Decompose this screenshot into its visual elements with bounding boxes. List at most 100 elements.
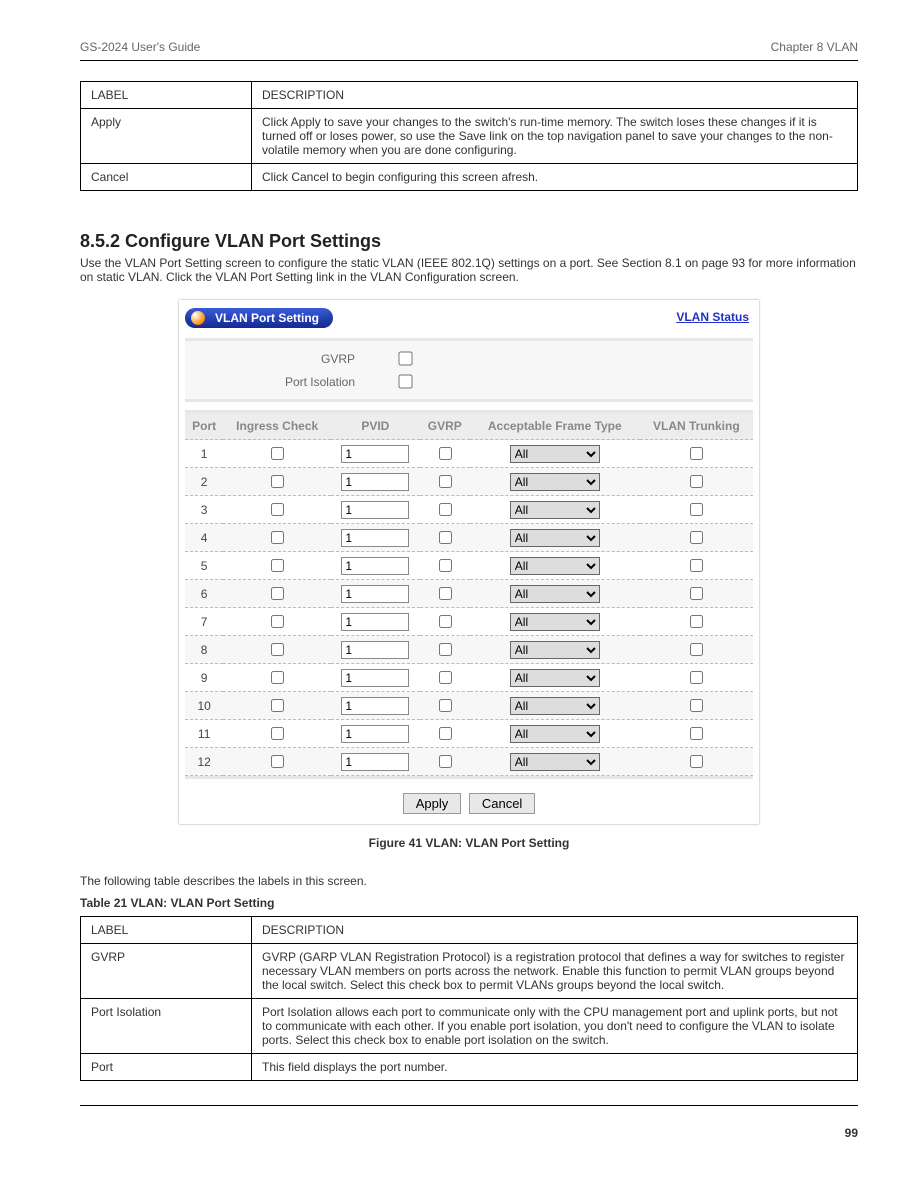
- cell-port: 6: [185, 580, 223, 608]
- global-settings-block: GVRP Port Isolation: [185, 338, 753, 402]
- gvrp-checkbox[interactable]: [439, 531, 452, 544]
- ingress-check-checkbox[interactable]: [271, 755, 284, 768]
- row-cancel-desc: Click Cancel to begin configuring this s…: [252, 164, 858, 191]
- table-row: 3 All: [185, 496, 753, 524]
- cell-port: 7: [185, 608, 223, 636]
- vlan-trunking-checkbox[interactable]: [690, 587, 703, 600]
- gvrp-checkbox[interactable]: [439, 615, 452, 628]
- acceptable-frame-type-select[interactable]: All: [510, 473, 600, 491]
- vlan-trunking-checkbox[interactable]: [690, 615, 703, 628]
- pvid-input[interactable]: [341, 753, 409, 771]
- vlan-trunking-checkbox[interactable]: [690, 671, 703, 684]
- cell-port: 8: [185, 636, 223, 664]
- vlan-trunking-checkbox[interactable]: [690, 755, 703, 768]
- col-label: LABEL: [81, 82, 252, 109]
- row-port-label: Port: [81, 1054, 252, 1081]
- cell-port: 3: [185, 496, 223, 524]
- pvid-input[interactable]: [341, 473, 409, 491]
- cell-port: 2: [185, 468, 223, 496]
- vlan-status-link[interactable]: VLAN Status: [676, 310, 749, 324]
- acceptable-frame-type-select[interactable]: All: [510, 585, 600, 603]
- cell-port: 9: [185, 664, 223, 692]
- pvid-input[interactable]: [341, 669, 409, 687]
- cell-port: 11: [185, 720, 223, 748]
- ingress-check-checkbox[interactable]: [271, 503, 284, 516]
- th-ingress: Ingress Check: [223, 413, 331, 440]
- table-row: 12 All: [185, 748, 753, 776]
- orange-dot-icon: [191, 311, 205, 325]
- acceptable-frame-type-select[interactable]: All: [510, 641, 600, 659]
- cell-port: 12: [185, 748, 223, 776]
- gvrp-checkbox[interactable]: [439, 475, 452, 488]
- pvid-input[interactable]: [341, 529, 409, 547]
- gvrp-checkbox[interactable]: [439, 755, 452, 768]
- acceptable-frame-type-select[interactable]: All: [510, 529, 600, 547]
- global-gvrp-checkbox[interactable]: [398, 351, 412, 365]
- cell-port: 1: [185, 440, 223, 468]
- follow-text: The following table describes the labels…: [80, 874, 858, 888]
- acceptable-frame-type-select[interactable]: All: [510, 613, 600, 631]
- pvid-input[interactable]: [341, 585, 409, 603]
- vlan-trunking-checkbox[interactable]: [690, 559, 703, 572]
- vlan-trunking-checkbox[interactable]: [690, 503, 703, 516]
- cancel-button[interactable]: Cancel: [469, 793, 535, 814]
- gvrp-checkbox[interactable]: [439, 727, 452, 740]
- pvid-input[interactable]: [341, 725, 409, 743]
- ingress-check-checkbox[interactable]: [271, 587, 284, 600]
- row-apply-desc: Click Apply to save your changes to the …: [252, 109, 858, 164]
- panel-title-text: VLAN Port Setting: [215, 311, 319, 325]
- row-portiso-label: Port Isolation: [81, 999, 252, 1054]
- table-row: 9 All: [185, 664, 753, 692]
- ingress-check-checkbox[interactable]: [271, 643, 284, 656]
- pvid-input[interactable]: [341, 641, 409, 659]
- cell-port: 5: [185, 552, 223, 580]
- gvrp-checkbox[interactable]: [439, 587, 452, 600]
- ingress-check-checkbox[interactable]: [271, 671, 284, 684]
- ingress-check-checkbox[interactable]: [271, 559, 284, 572]
- apply-button[interactable]: Apply: [403, 793, 462, 814]
- acceptable-frame-type-select[interactable]: All: [510, 501, 600, 519]
- pvid-input[interactable]: [341, 445, 409, 463]
- vlan-trunking-checkbox[interactable]: [690, 531, 703, 544]
- vlan-trunking-checkbox[interactable]: [690, 699, 703, 712]
- pvid-input[interactable]: [341, 613, 409, 631]
- ingress-check-checkbox[interactable]: [271, 531, 284, 544]
- ingress-check-checkbox[interactable]: [271, 447, 284, 460]
- table-row: 11 All: [185, 720, 753, 748]
- gvrp-checkbox[interactable]: [439, 559, 452, 572]
- pvid-input[interactable]: [341, 697, 409, 715]
- table-row: 10All: [185, 692, 753, 720]
- screenshot-panel: VLAN Port Setting VLAN Status GVRP Port …: [179, 300, 759, 824]
- table-row: 2 All: [185, 468, 753, 496]
- ingress-check-checkbox[interactable]: [271, 699, 284, 712]
- page-number: 99: [80, 1126, 858, 1140]
- row-gvrp-desc: GVRP (GARP VLAN Registration Protocol) i…: [252, 944, 858, 999]
- section-number: 8.5.2 Configure VLAN Port Settings: [80, 231, 858, 252]
- pvid-input[interactable]: [341, 557, 409, 575]
- ingress-check-checkbox[interactable]: [271, 615, 284, 628]
- global-port-isolation-checkbox[interactable]: [398, 374, 412, 388]
- vlan-trunking-checkbox[interactable]: [690, 447, 703, 460]
- row-apply-label: Apply: [81, 109, 252, 164]
- ingress-check-checkbox[interactable]: [271, 475, 284, 488]
- pvid-input[interactable]: [341, 501, 409, 519]
- guide-name: GS-2024 User's Guide: [80, 40, 200, 54]
- table-caption: Table 21 VLAN: VLAN Port Setting: [80, 896, 858, 910]
- gvrp-checkbox[interactable]: [439, 503, 452, 516]
- vlan-trunking-checkbox[interactable]: [690, 727, 703, 740]
- ingress-check-checkbox[interactable]: [271, 727, 284, 740]
- gvrp-checkbox[interactable]: [439, 699, 452, 712]
- acceptable-frame-type-select[interactable]: All: [510, 753, 600, 771]
- acceptable-frame-type-select[interactable]: All: [510, 669, 600, 687]
- acceptable-frame-type-select[interactable]: All: [510, 725, 600, 743]
- vlan-trunking-checkbox[interactable]: [690, 643, 703, 656]
- ports-table: Port Ingress Check PVID GVRP Acceptable …: [185, 413, 753, 776]
- gvrp-checkbox[interactable]: [439, 671, 452, 684]
- acceptable-frame-type-select[interactable]: All: [510, 557, 600, 575]
- acceptable-frame-type-select[interactable]: All: [510, 697, 600, 715]
- acceptable-frame-type-select[interactable]: All: [510, 445, 600, 463]
- vlan-trunking-checkbox[interactable]: [690, 475, 703, 488]
- gvrp-checkbox[interactable]: [439, 447, 452, 460]
- gvrp-checkbox[interactable]: [439, 643, 452, 656]
- cell-port: 4: [185, 524, 223, 552]
